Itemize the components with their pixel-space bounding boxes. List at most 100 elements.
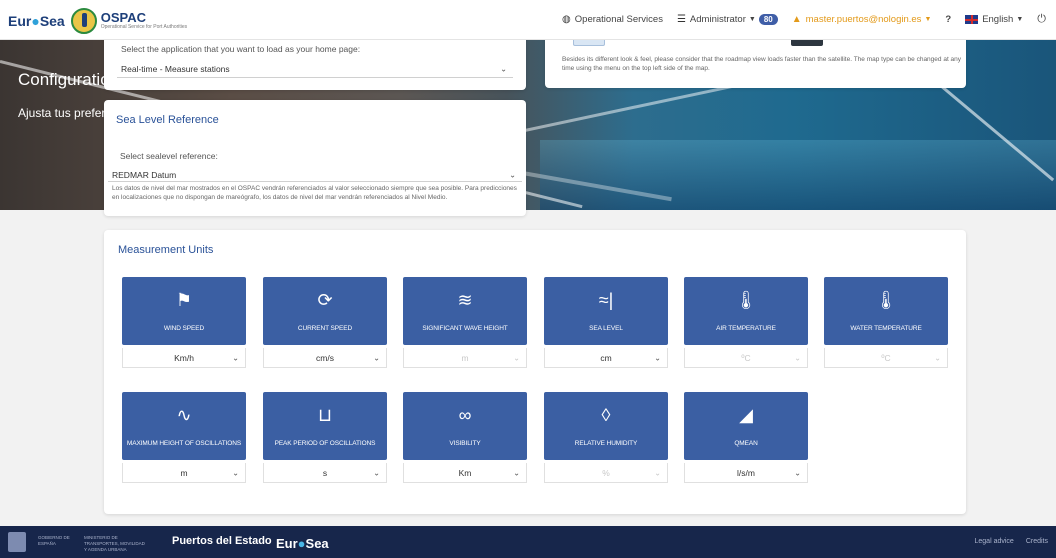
- puertos-del-estado-logo[interactable]: Puertos del Estado: [172, 535, 272, 547]
- unit-tile-max-oscillation-height: ∿ MAXIMUM HEIGHT OF OSCILLATIONS: [122, 392, 246, 460]
- unit-tile-label: AIR TEMPERATURE: [716, 325, 776, 332]
- air-temperature-icon: 🌡: [734, 290, 758, 310]
- ospac-logo[interactable]: OSPAC Operational Service for Port Autho…: [100, 10, 188, 30]
- water-temperature-unit-select[interactable]: ºC ⌄: [824, 348, 948, 368]
- uk-flag-icon: [965, 15, 979, 24]
- unit-tile-air-temperature: 🌡 AIR TEMPERATURE: [684, 277, 808, 345]
- ospac-subtitle: Operational Service for Port Authorities: [100, 24, 188, 30]
- water-temperature-icon: 🌡: [874, 290, 898, 310]
- unit-tile-sea-level: ≈| SEA LEVEL: [544, 277, 668, 345]
- chevron-down-icon: ⌄: [794, 468, 801, 477]
- footer-links: Legal advice Credits: [963, 538, 1049, 545]
- unit-tile-current-speed: ⟳ CURRENT SPEED: [263, 277, 387, 345]
- unit-tile-label: WIND SPEED: [163, 325, 205, 332]
- credits-link[interactable]: Credits: [1026, 538, 1048, 545]
- eurosea-logo[interactable]: Eur●Sea: [8, 13, 65, 29]
- language-selector[interactable]: English ▼: [965, 14, 1023, 25]
- logout-button[interactable]: ⏻: [1037, 13, 1046, 26]
- qmean-unit-select[interactable]: l/s/m ⌄: [684, 463, 808, 483]
- wave-height-unit-select[interactable]: m ⌄: [403, 348, 527, 368]
- sea-level-note: Los datos de nivel del mar mostrados en …: [112, 185, 517, 201]
- chevron-down-icon: ⌄: [513, 468, 520, 477]
- caret-down-icon: ▼: [1016, 16, 1024, 23]
- unit-tile-label: RELATIVE HUMIDITY: [574, 440, 638, 447]
- sea-level-unit-select[interactable]: cm ⌄: [544, 348, 668, 368]
- wind-speed-unit-select[interactable]: Km/h ⌄: [122, 348, 246, 368]
- chevron-down-icon: ⌄: [373, 353, 380, 362]
- binoculars-icon: ∞: [458, 405, 472, 425]
- user-menu[interactable]: ▲ master.puertos@nologin.es ▼: [792, 14, 932, 25]
- unit-tile-label: SEA LEVEL: [589, 325, 623, 332]
- unit-tile-significant-wave-height: ≋ SIGNIFICANT WAVE HEIGHT: [403, 277, 527, 345]
- unit-tile-label: VISIBILITY: [449, 440, 481, 447]
- current-speed-unit-select[interactable]: cm/s ⌄: [263, 348, 387, 368]
- sea-level-panel: Sea Level Reference Select sealevel refe…: [104, 100, 526, 216]
- air-temperature-unit-select[interactable]: ºC ⌄: [684, 348, 808, 368]
- chevron-down-icon: ⌄: [509, 170, 516, 179]
- chevron-down-icon: ⌄: [232, 353, 239, 362]
- chevron-down-icon: ⌄: [373, 468, 380, 477]
- nav-right-menu: ◍ Operational Services ☰ Administrator ▼…: [548, 13, 1046, 26]
- unit-tile-peak-period: ⊔ PEAK PERIOD OF OSCILLATIONS: [263, 392, 387, 460]
- chevron-down-icon: ⌄: [794, 353, 801, 362]
- footer-eurosea-logo[interactable]: Eur●Sea: [276, 536, 329, 551]
- caret-down-icon: ▼: [924, 16, 932, 23]
- peak-period-icon: ⊔: [317, 405, 333, 425]
- chevron-down-icon: ⌄: [500, 64, 507, 73]
- unit-tile-label: WATER TEMPERATURE: [850, 325, 922, 332]
- unit-tile-label: SIGNIFICANT WAVE HEIGHT: [422, 325, 508, 332]
- list-icon: ☰: [676, 14, 686, 25]
- caret-down-icon: ▼: [748, 16, 756, 23]
- visibility-unit-select[interactable]: Km ⌄: [403, 463, 527, 483]
- ministry-label: MINISTERIO DE TRANSPORTES, MOVILIDAD Y A…: [84, 535, 145, 552]
- chevron-down-icon: ⌄: [232, 468, 239, 477]
- sea-level-label: Select sealevel reference:: [120, 151, 218, 161]
- help-button[interactable]: ?: [945, 14, 951, 25]
- brand-logos[interactable]: Eur●Sea OSPAC Operational Service for Po…: [8, 8, 187, 34]
- humidity-unit-select[interactable]: % ⌄: [544, 463, 668, 483]
- sea-level-select[interactable]: REDMAR Datum ⌄: [108, 168, 522, 182]
- chevron-down-icon: ⌄: [513, 353, 520, 362]
- government-crest-icon: [8, 532, 26, 552]
- current-cycle-icon: ⟳: [317, 290, 333, 310]
- legal-advice-link[interactable]: Legal advice: [975, 538, 1014, 545]
- qmean-icon: ◢: [739, 405, 753, 425]
- top-navbar: Eur●Sea OSPAC Operational Service for Po…: [0, 0, 1056, 40]
- wind-sock-icon: ⚑: [175, 290, 193, 310]
- unit-tile-label: MAXIMUM HEIGHT OF OSCILLATIONS: [126, 440, 242, 447]
- waves-icon: ≋: [457, 290, 473, 310]
- notification-badge: 80: [758, 14, 778, 25]
- power-icon: ⏻: [1037, 13, 1046, 25]
- unit-tile-visibility: ∞ VISIBILITY: [403, 392, 527, 460]
- sea-level-icon: ≈|: [598, 290, 614, 310]
- unit-tile-label: CURRENT SPEED: [297, 325, 353, 332]
- chevron-down-icon: ⌄: [934, 353, 941, 362]
- measurement-units-panel: Measurement Units ⚑ WIND SPEED Km/h ⌄ ⟳ C…: [104, 230, 966, 514]
- home-application-select[interactable]: Real-time - Measure stations ⌄: [117, 60, 513, 78]
- measurement-units-title: Measurement Units: [118, 244, 214, 256]
- globe-icon: ◍: [562, 14, 571, 25]
- unit-tile-relative-humidity: ◊ RELATIVE HUMIDITY: [544, 392, 668, 460]
- unit-tile-qmean: ◢ QMEAN: [684, 392, 808, 460]
- sea-level-title: Sea Level Reference: [116, 114, 219, 126]
- ospac-emblem-icon: [70, 8, 97, 34]
- unit-tile-label: QMEAN: [734, 440, 758, 447]
- oscillation-height-icon: ∿: [176, 405, 192, 425]
- ospac-title: OSPAC: [100, 10, 146, 25]
- home-application-label: Select the application that you want to …: [121, 44, 361, 54]
- administrator-menu[interactable]: ☰ Administrator ▼ 80: [677, 14, 778, 25]
- map-type-note: Besides its different look & feel, pleas…: [562, 56, 962, 72]
- operational-services-link[interactable]: ◍ Operational Services: [562, 14, 663, 25]
- chevron-down-icon: ⌄: [654, 468, 661, 477]
- government-label: GOBIERNO DE ESPAÑA: [38, 535, 70, 546]
- chevron-down-icon: ⌄: [654, 353, 661, 362]
- peak-period-unit-select[interactable]: s ⌄: [263, 463, 387, 483]
- unit-tile-water-temperature: 🌡 WATER TEMPERATURE: [824, 277, 948, 345]
- user-icon: ▲: [791, 14, 802, 25]
- unit-tile-label: PEAK PERIOD OF OSCILLATIONS: [274, 440, 376, 447]
- hero-water-image: [540, 140, 1056, 210]
- footer: GOBIERNO DE ESPAÑA MINISTERIO DE TRANSPO…: [0, 526, 1056, 558]
- unit-tile-wind-speed: ⚑ WIND SPEED: [122, 277, 246, 345]
- humidity-icon: ◊: [601, 405, 611, 425]
- oscillation-height-unit-select[interactable]: m ⌄: [122, 463, 246, 483]
